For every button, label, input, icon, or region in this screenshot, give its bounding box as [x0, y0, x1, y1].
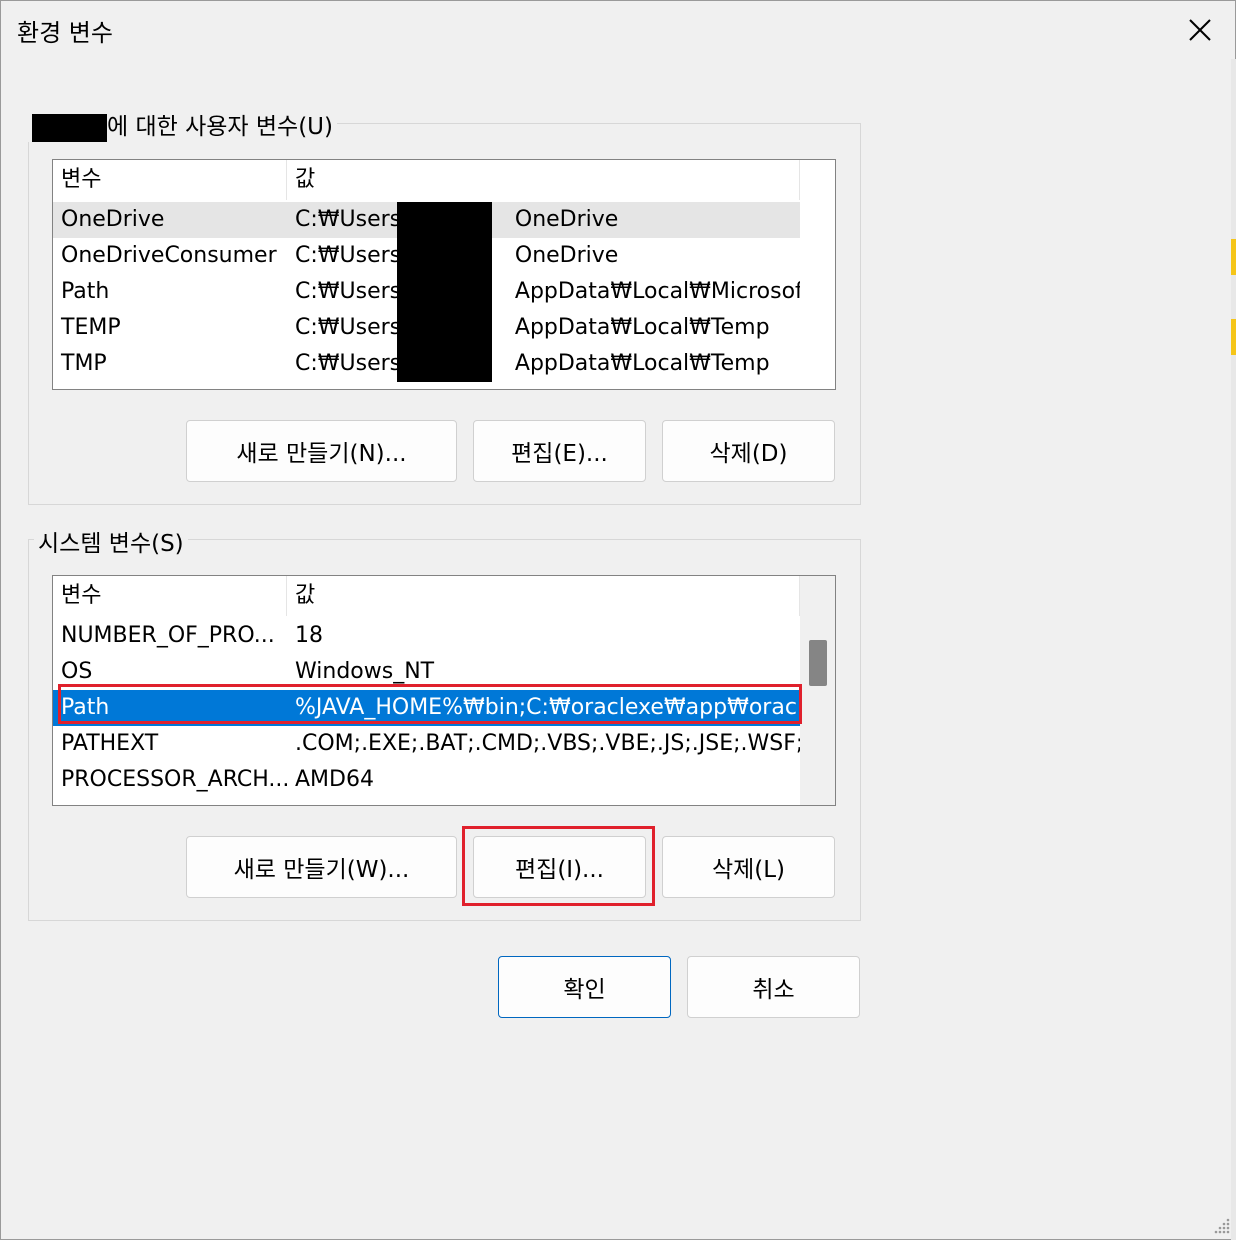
variable-name: TEMP	[61, 315, 121, 340]
column-header-variable[interactable]: 변수	[53, 576, 287, 616]
table-row[interactable]: OS Windows_NT	[53, 654, 800, 690]
variable-value-suffix: AppData₩Local₩Temp	[514, 315, 770, 340]
variable-value: .COM;.EXE;.BAT;.CMD;.VBS;.VBE;.JS;.JSE;.…	[295, 731, 800, 756]
table-row[interactable]: NUMBER_OF_PRO... 18	[53, 618, 800, 654]
system-variables-label: 시스템 변수(S)	[34, 524, 188, 558]
user-variables-list[interactable]: 변수 값 OneDrive C:₩Users₩ OneDrive OneDrive…	[52, 159, 836, 390]
redacted-username-block	[397, 202, 492, 382]
system-variables-list[interactable]: 변수 값 NUMBER_OF_PRO... 18 OS Windows_NT P…	[52, 575, 836, 806]
table-row[interactable]: PATHEXT .COM;.EXE;.BAT;.CMD;.VBS;.VBE;.J…	[53, 726, 800, 762]
variable-name: OS	[61, 659, 93, 684]
background-strip	[1231, 59, 1236, 1240]
list-header: 변수 값	[53, 160, 800, 200]
column-header-variable[interactable]: 변수	[53, 160, 287, 200]
variable-value: C:₩Users₩ AppData₩Local₩Temp	[287, 346, 800, 382]
variable-value: Windows_NT	[295, 659, 435, 684]
column-header-value[interactable]: 값	[287, 576, 800, 616]
variable-value-suffix: AppData₩Local₩Microsoft...	[514, 279, 800, 304]
variable-name: OneDrive	[61, 207, 165, 232]
variable-name: TMP	[61, 351, 107, 376]
close-icon	[1189, 19, 1211, 41]
dialog-title: 환경 변수	[17, 19, 113, 47]
variable-value-suffix: AppData₩Local₩Temp	[514, 351, 770, 376]
variable-name: PATHEXT	[61, 731, 159, 756]
ok-button[interactable]: 확인	[498, 956, 671, 1018]
variable-value: C:₩Users₩ AppData₩Local₩Temp	[287, 310, 800, 346]
variable-name: Path	[61, 695, 110, 720]
variable-value-suffix: OneDrive	[514, 207, 619, 232]
background-mark	[1231, 239, 1236, 275]
user-variables-label-text: 에 대한 사용자 변수(U)	[107, 114, 333, 140]
variable-value: AMD64	[295, 767, 374, 792]
user-new-button[interactable]: 새로 만들기(N)...	[186, 420, 457, 482]
variable-value: %JAVA_HOME%₩bin;C:₩oraclexe₩app₩orac...	[295, 695, 800, 720]
user-edit-button[interactable]: 편집(E)...	[473, 420, 646, 482]
redacted-username	[32, 113, 107, 142]
vertical-scrollbar[interactable]	[800, 576, 835, 805]
variable-value-suffix: OneDrive	[514, 243, 619, 268]
user-delete-button[interactable]: 삭제(D)	[662, 420, 835, 482]
resize-grip-icon[interactable]	[1213, 1217, 1231, 1235]
cancel-button[interactable]: 취소	[687, 956, 860, 1018]
close-button[interactable]	[1165, 1, 1235, 59]
variable-value: C:₩Users₩ OneDrive	[287, 238, 800, 274]
list-header: 변수 값	[53, 576, 800, 616]
variable-name: Path	[61, 279, 110, 304]
column-header-value[interactable]: 값	[287, 160, 800, 200]
variable-value: 18	[295, 623, 323, 648]
variable-name: NUMBER_OF_PRO...	[61, 623, 275, 648]
variable-name: PROCESSOR_ARCH...	[61, 767, 287, 792]
variable-value: C:₩Users₩AppData₩Local₩Microsoft...	[287, 274, 800, 310]
variable-value: C:₩Users₩ OneDrive	[287, 202, 800, 238]
table-row-selected[interactable]: Path %JAVA_HOME%₩bin;C:₩oraclexe₩app₩ora…	[53, 690, 800, 726]
variable-name: OneDriveConsumer	[61, 243, 277, 268]
system-delete-button[interactable]: 삭제(L)	[662, 836, 835, 898]
system-new-button[interactable]: 새로 만들기(W)...	[186, 836, 457, 898]
scroll-thumb[interactable]	[809, 640, 827, 686]
system-edit-button[interactable]: 편집(I)...	[473, 836, 646, 898]
environment-variables-dialog: 환경 변수 에 대한 사용자 변수(U) 변수 값 OneDrive C:₩Us…	[0, 0, 1236, 1240]
background-mark	[1231, 319, 1236, 355]
user-variables-label: 에 대한 사용자 변수(U)	[28, 107, 337, 142]
title-bar: 환경 변수	[1, 1, 1235, 59]
table-row[interactable]: PROCESSOR_ARCH... AMD64	[53, 762, 800, 798]
